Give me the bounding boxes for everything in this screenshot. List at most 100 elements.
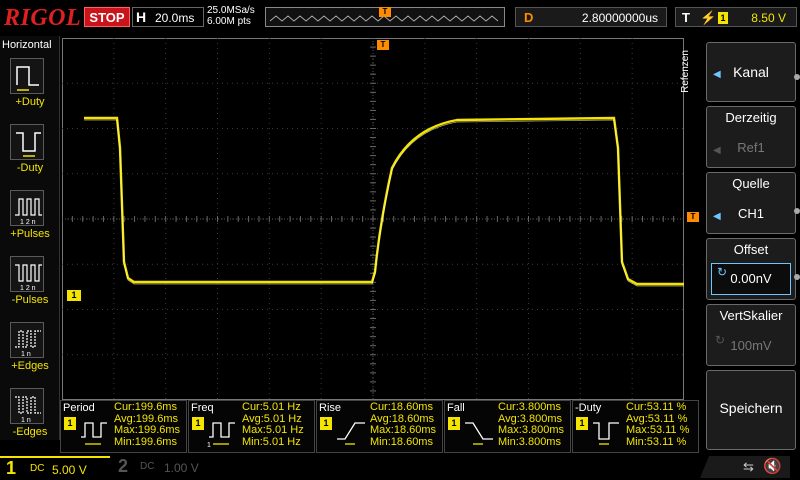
stat-minimum: Min:199.6ms <box>114 435 177 448</box>
stat-maximum: Max:5.01 Hz <box>242 424 304 436</box>
ch1-number: 1 <box>6 458 17 478</box>
memory-depth: 6.00M pts <box>207 16 251 27</box>
measure-negative-edges[interactable]: 1 n -Edges <box>0 388 60 452</box>
positive-pulses-icon: 1 2 n <box>10 190 44 226</box>
softkey-value: Ref1 <box>737 140 765 155</box>
softkey-kanal[interactable]: ◀ Kanal <box>706 42 796 102</box>
frequency-icon: 1 <box>207 422 235 449</box>
trigger-level-value: 8.50 V <box>751 11 786 25</box>
measurement-fall[interactable]: Fall 1 Cur:3.800ms Avg:3.800ms Max:3.800… <box>444 400 571 453</box>
softkey-speichern[interactable]: Speichern <box>706 370 796 450</box>
svg-text:1: 1 <box>207 442 211 449</box>
memory-overview[interactable]: T <box>265 7 505 27</box>
stat-maximum: Max:199.6ms <box>114 424 181 436</box>
stat-maximum: Max:18.60ms <box>370 424 437 436</box>
sample-rate: 25.0MSa/s <box>207 5 255 16</box>
measure-positive-duty[interactable]: +Duty <box>0 58 60 122</box>
stat-current: Cur:53.11 % <box>626 401 687 413</box>
measure-positive-pulses[interactable]: 1 2 n +Pulses <box>0 190 60 254</box>
stat-minimum: Min:53.11 % <box>626 435 687 448</box>
ch2-number: 2 <box>118 456 129 476</box>
stat-current: Cur:18.60ms <box>370 401 433 413</box>
ch2-status[interactable]: 2 DC 1.00 V <box>112 456 212 478</box>
ch1-waveform <box>84 116 684 286</box>
measurement-name: Freq <box>191 402 214 414</box>
period-icon <box>81 422 107 445</box>
acquisition-info: 25.0MSa/s 6.00M pts <box>207 5 255 27</box>
menu-indicator-dot <box>794 208 800 214</box>
ch1-status[interactable]: 1 DC 5.00 V <box>0 456 110 478</box>
brand-logo: RIGOL <box>4 5 82 31</box>
channel-badge: 1 <box>64 417 76 430</box>
softkey-menu: ◀ Kanal Derzeitig ◀ Ref1 Quelle ◀ CH1 Of… <box>700 36 800 456</box>
stat-current: Cur:5.01 Hz <box>242 401 301 413</box>
speaker-muted-icon[interactable]: 🔇 <box>763 457 782 475</box>
measure-label: -Duty <box>16 162 44 174</box>
softkey-title: Quelle <box>732 176 770 191</box>
softkey-derzeitig[interactable]: Derzeitig ◀ Ref1 <box>706 106 796 168</box>
ch2-coupling: DC <box>140 461 155 472</box>
measurement-stats: Cur:18.60ms Avg:18.60ms Max:18.60ms Min:… <box>370 401 437 448</box>
positive-duty-icon <box>10 58 44 94</box>
measurement-name: Period <box>63 402 95 414</box>
top-status-bar: RIGOL STOP H 20.0ms 25.0MSa/s 6.00M pts … <box>0 0 800 34</box>
measurement-stats: Cur:53.11 % Avg:53.11 % Max:53.11 % Min:… <box>626 401 689 448</box>
menu-indicator-dot <box>794 274 800 280</box>
softkey-quelle[interactable]: Quelle ◀ CH1 <box>706 172 796 234</box>
negative-duty-icon <box>10 124 44 160</box>
softkey-value: CH1 <box>737 206 764 221</box>
measurement-period[interactable]: Period 1 Cur:199.6ms Avg:199.6ms Max:199… <box>60 400 187 453</box>
negative-pulses-icon: 1 2 n <box>10 256 44 292</box>
positive-edges-icon: 1 n <box>10 322 44 358</box>
measurement-rise[interactable]: Rise 1 Cur:18.60ms Avg:18.60ms Max:18.60… <box>316 400 443 453</box>
trigger-time-marker[interactable]: T <box>377 40 389 50</box>
channel-badge: 1 <box>320 417 332 430</box>
ch1-offset-marker[interactable]: 1 <box>67 290 81 301</box>
softkey-offset[interactable]: Offset 0.00nV ↻ <box>706 238 796 300</box>
measurement-negative-duty[interactable]: -Duty 1 Cur:53.11 % Avg:53.11 % Max:53.1… <box>572 400 699 453</box>
softkey-title: Offset <box>733 242 769 257</box>
ch2-scale: 1.00 V <box>164 461 199 475</box>
stat-maximum: Max:3.800ms <box>498 424 565 436</box>
measurement-results: Period 1 Cur:199.6ms Avg:199.6ms Max:199… <box>60 400 700 453</box>
measure-label: -Edges <box>12 426 48 438</box>
rise-time-icon <box>337 422 365 445</box>
usb-icon: ⇆ <box>743 459 754 474</box>
rotate-knob-icon: ↻ <box>717 265 728 279</box>
trigger-indicator[interactable]: T ⚡ 1 8.50 V <box>675 7 797 27</box>
fall-time-icon <box>465 422 493 445</box>
negative-duty-icon <box>593 422 619 445</box>
stat-current: Cur:3.800ms <box>498 401 561 413</box>
trigger-level-marker[interactable]: T <box>687 212 699 222</box>
horizontal-label: H <box>136 9 147 25</box>
timebase-value: 20.0ms <box>155 11 195 25</box>
softkey-vertskalier[interactable]: VertSkalier 100mV ↻ <box>706 304 796 366</box>
run-stop-button[interactable]: STOP <box>84 7 130 27</box>
measure-positive-edges[interactable]: 1 n +Edges <box>0 322 60 386</box>
menu-section-title: Refenzen <box>680 44 700 104</box>
measurement-stats: Cur:3.800ms Avg:3.800ms Max:3.800ms Min:… <box>498 401 565 448</box>
stat-minimum: Min:18.60ms <box>370 435 433 448</box>
softkey-value: Speichern <box>719 400 783 416</box>
measurement-name: Rise <box>319 402 342 414</box>
measurement-stats: Cur:199.6ms Avg:199.6ms Max:199.6ms Min:… <box>114 401 181 448</box>
trigger-source-badge: 1 <box>718 12 728 24</box>
waveform-display[interactable] <box>61 37 684 400</box>
measure-negative-duty[interactable]: -Duty <box>0 124 60 188</box>
stat-minimum: Min:3.800ms <box>498 435 561 448</box>
channel-badge: 1 <box>192 417 204 430</box>
timebase-indicator[interactable]: H 20.0ms <box>132 7 204 27</box>
measure-label: +Pulses <box>10 228 50 240</box>
measurement-name: Fall <box>447 402 465 414</box>
measure-sidebar: Horizontal +Duty -Duty 1 2 n +Pulses 1 2… <box>0 36 60 440</box>
ch1-coupling: DC <box>30 463 45 474</box>
measurement-stats: Cur:5.01 Hz Avg:5.01 Hz Max:5.01 Hz Min:… <box>242 401 304 448</box>
measure-negative-pulses[interactable]: 1 2 n -Pulses <box>0 256 60 320</box>
measurement-freq[interactable]: Freq 1 1 Cur:5.01 Hz Avg:5.01 Hz Max:5.0… <box>188 400 315 453</box>
svg-text:1 2 n: 1 2 n <box>20 219 36 226</box>
delay-indicator[interactable]: D 2.80000000us <box>515 7 667 27</box>
measure-label: -Pulses <box>11 294 49 306</box>
trigger-label: T <box>682 10 690 25</box>
trigger-position-marker: T <box>379 7 391 17</box>
channel-status-bar: 1 DC 5.00 V 2 DC 1.00 V ⇆ 🔇 <box>0 454 800 480</box>
